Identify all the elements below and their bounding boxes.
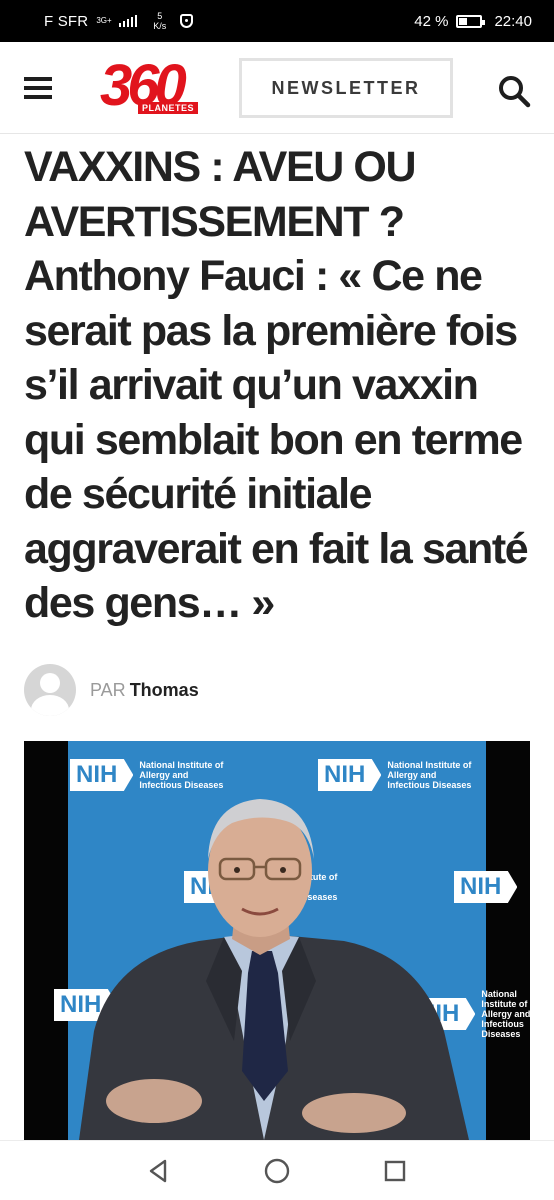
home-button[interactable]: [257, 1151, 297, 1191]
article-video[interactable]: NIH National Institute of Allergy and In…: [24, 741, 530, 1140]
network-type-label: 3G+: [96, 16, 112, 25]
battery-percent: 42 %: [414, 12, 449, 30]
by-label: PAR: [90, 679, 126, 700]
speaker-figure: [79, 799, 469, 1140]
author-byline: PAR Thomas: [24, 664, 199, 716]
logo-subtitle: PLANETES: [138, 102, 199, 114]
system-nav-bar: [0, 1140, 554, 1200]
site-header: 360 PLANETES NEWSLETTER: [0, 42, 554, 134]
speed-value: 5: [157, 11, 163, 21]
speed-unit: K/s: [153, 21, 167, 31]
back-icon: [149, 1159, 167, 1182]
menu-icon[interactable]: [24, 77, 52, 99]
search-icon[interactable]: [497, 74, 531, 108]
status-bar-right: 42 % 22:40: [414, 13, 532, 30]
status-bar-left: F SFR 3G+ 5 K/s: [44, 11, 194, 31]
status-bar: F SFR 3G+ 5 K/s 42 % 22:40: [0, 0, 554, 42]
author-avatar[interactable]: [24, 664, 76, 716]
recents-icon: [384, 1160, 406, 1181]
carrier-label: F SFR: [44, 12, 89, 30]
signal-icon: [118, 15, 138, 27]
vpn-shield-icon: [180, 14, 194, 28]
network-speed: 5 K/s: [153, 11, 166, 31]
article-title: VAXXINS : AVEU OU AVERTISSEMENT ? Anthon…: [24, 143, 529, 627]
recents-button[interactable]: [375, 1151, 415, 1191]
newsletter-button[interactable]: NEWSLETTER: [239, 58, 453, 118]
home-icon: [264, 1158, 290, 1183]
site-logo[interactable]: 360 PLANETES: [100, 53, 210, 118]
battery-icon: [456, 14, 486, 28]
clock: 22:40: [494, 12, 532, 30]
back-button[interactable]: [139, 1151, 179, 1191]
author-name-link[interactable]: Thomas: [130, 680, 199, 701]
network-type: 3G+: [96, 17, 111, 25]
